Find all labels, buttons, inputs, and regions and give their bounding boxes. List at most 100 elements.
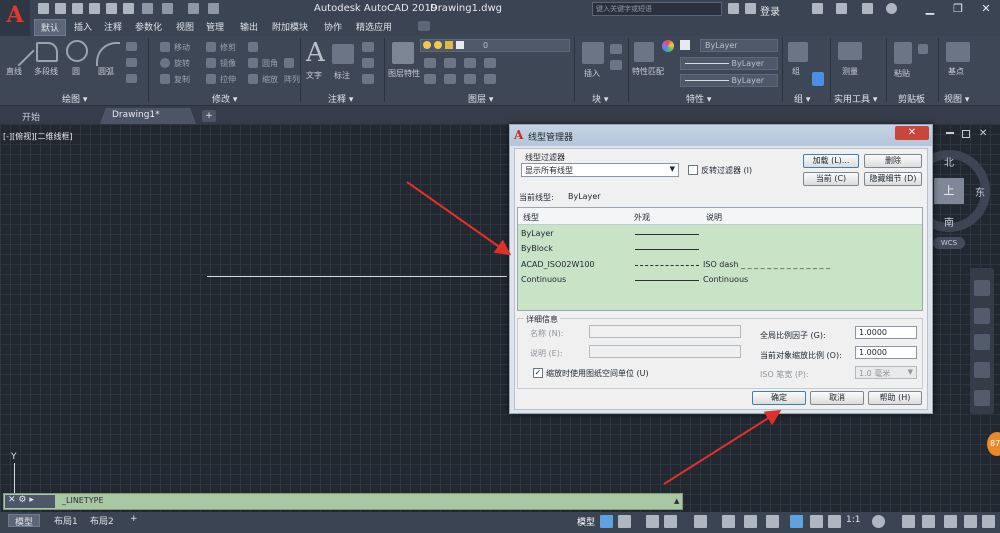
trim-icon[interactable] [206, 42, 216, 52]
redo-icon[interactable] [162, 3, 173, 14]
rotate-icon[interactable] [160, 58, 170, 68]
linetype-filter-select[interactable]: 显示所有线型 ▼ [521, 163, 679, 177]
ok-button[interactable]: 确定 [752, 391, 806, 405]
lineweight-icon[interactable] [766, 515, 779, 528]
text-icon[interactable]: A [306, 38, 325, 68]
application-menu-icon[interactable]: A [0, 0, 30, 36]
layer-properties-icon[interactable] [392, 42, 414, 64]
list-item[interactable]: ByLayer [521, 229, 554, 238]
undo-icon[interactable] [142, 3, 153, 14]
panel-label-clipboard[interactable]: 剪贴板 [898, 92, 925, 105]
showmotion-icon[interactable] [974, 390, 990, 406]
tab-view[interactable]: 视图 [176, 20, 194, 33]
dialog-title-bar[interactable] [510, 125, 932, 146]
viewport-controls[interactable]: [-][俯视][二维线框] [3, 131, 73, 142]
array-icon[interactable] [284, 58, 294, 68]
list-item[interactable]: ByBlock [521, 244, 553, 253]
delete-button[interactable]: 删除 [864, 154, 922, 168]
color-wheel-icon[interactable] [662, 40, 674, 52]
ribbon-options-icon[interactable] [418, 21, 430, 31]
model-space-button[interactable]: 模型 [577, 515, 595, 528]
save-icon[interactable] [72, 3, 83, 14]
zoom-icon[interactable] [974, 334, 990, 350]
new-layout-button[interactable]: + [124, 514, 144, 527]
autodesk-360-icon[interactable] [862, 3, 873, 14]
viewport-restore-icon[interactable] [962, 130, 970, 138]
group-icon[interactable] [788, 42, 808, 62]
workspace-gear-icon[interactable] [872, 515, 885, 528]
notification-badge[interactable]: 87 [987, 432, 1000, 456]
copy-icon[interactable] [160, 74, 170, 84]
layout-tab-model[interactable]: 模型 [8, 514, 41, 528]
edit-block-icon[interactable] [610, 60, 622, 70]
match-properties-icon[interactable] [634, 42, 654, 62]
tab-parametric[interactable]: 参数化 [135, 20, 162, 33]
viewport-minimize-icon[interactable] [946, 132, 954, 134]
share-icon[interactable] [188, 3, 199, 14]
layer-dropdown[interactable]: 0 [420, 39, 570, 52]
layer-tool-icon[interactable] [464, 58, 476, 68]
table-icon[interactable] [362, 58, 374, 68]
layout-tab-layout2[interactable]: 布局2 [84, 514, 120, 527]
rectangle-icon[interactable] [126, 42, 137, 51]
new-file-icon[interactable] [38, 3, 49, 14]
drawn-line[interactable] [207, 276, 507, 277]
fillet-icon[interactable] [248, 58, 258, 68]
invert-filter-checkbox[interactable] [688, 165, 698, 175]
color-dropdown[interactable]: ByLayer [700, 39, 778, 52]
wrench-icon[interactable]: ⚙ [18, 495, 26, 505]
create-block-icon[interactable] [610, 44, 622, 54]
panel-label-utilities[interactable]: 实用工具 ▾ [834, 92, 877, 105]
viewport-close-icon[interactable]: ✕ [979, 128, 987, 139]
current-button[interactable]: 当前 (C) [803, 172, 859, 186]
column-description[interactable]: 说明 [706, 212, 722, 223]
layer-tool-icon[interactable] [424, 58, 436, 68]
close-icon[interactable]: ✕ [8, 495, 16, 505]
boundary-icon[interactable] [126, 74, 137, 83]
hide-details-button[interactable]: 隐藏细节 (D) [864, 172, 922, 186]
panel-label-block[interactable]: 块 ▾ [592, 92, 608, 105]
object-snap-icon[interactable] [744, 515, 757, 528]
object-scale-input[interactable]: 1.0000 [855, 346, 917, 359]
lineweight-dropdown[interactable]: ByLayer [680, 74, 778, 87]
minimize-icon[interactable]: ▁ [916, 0, 944, 18]
recent-commands-icon[interactable]: ▸ [29, 495, 34, 505]
layer-tool-icon[interactable] [484, 74, 496, 84]
polyline-icon[interactable] [36, 42, 58, 62]
stretch-icon[interactable] [206, 74, 216, 84]
erase-icon[interactable] [248, 42, 258, 52]
customization-menu-icon[interactable] [982, 515, 995, 528]
layer-tool-icon[interactable] [484, 58, 496, 68]
cancel-button[interactable]: 取消 [810, 391, 864, 405]
panel-label-groups[interactable]: 组 ▾ [794, 92, 810, 105]
hardware-acceleration-icon[interactable] [944, 515, 957, 528]
pan-icon[interactable] [974, 308, 990, 324]
description-input[interactable] [589, 345, 741, 358]
print-icon[interactable] [123, 3, 134, 14]
compass-north[interactable]: 北 [944, 154, 954, 169]
command-line-controls[interactable]: ✕ ⚙ ▸ [5, 495, 55, 508]
search-icon[interactable] [728, 3, 739, 14]
auto-scale-icon[interactable] [810, 515, 823, 528]
layer-tool-icon[interactable] [424, 74, 436, 84]
tab-addins[interactable]: 附加模块 [272, 20, 308, 33]
tab-start[interactable]: 开始 [8, 108, 88, 124]
panel-label-properties[interactable]: 特性 ▾ [686, 92, 711, 105]
help-icon[interactable] [886, 3, 897, 14]
global-scale-input[interactable]: 1.0000 [855, 326, 917, 339]
tab-annotate[interactable]: 注释 [104, 20, 122, 33]
load-button[interactable]: 加载 (L)... [803, 154, 859, 168]
insert-block-icon[interactable] [582, 42, 604, 64]
cut-icon[interactable] [918, 44, 928, 54]
annotation-visibility-icon[interactable] [790, 515, 803, 528]
wcs-menu[interactable]: WCS [933, 237, 965, 249]
dialog-close-button[interactable]: ✕ [895, 126, 929, 140]
orbit-icon[interactable] [974, 362, 990, 378]
exchange-apps-icon[interactable] [812, 3, 823, 14]
layout-tab-layout1[interactable]: 布局1 [48, 514, 84, 527]
list-item[interactable]: ACAD_ISO02W100 [521, 260, 595, 269]
panel-label-draw[interactable]: 绘图 ▾ [62, 92, 87, 105]
paste-icon[interactable] [894, 42, 912, 64]
isolate-objects-icon[interactable] [922, 515, 935, 528]
ortho-icon[interactable] [646, 515, 659, 528]
